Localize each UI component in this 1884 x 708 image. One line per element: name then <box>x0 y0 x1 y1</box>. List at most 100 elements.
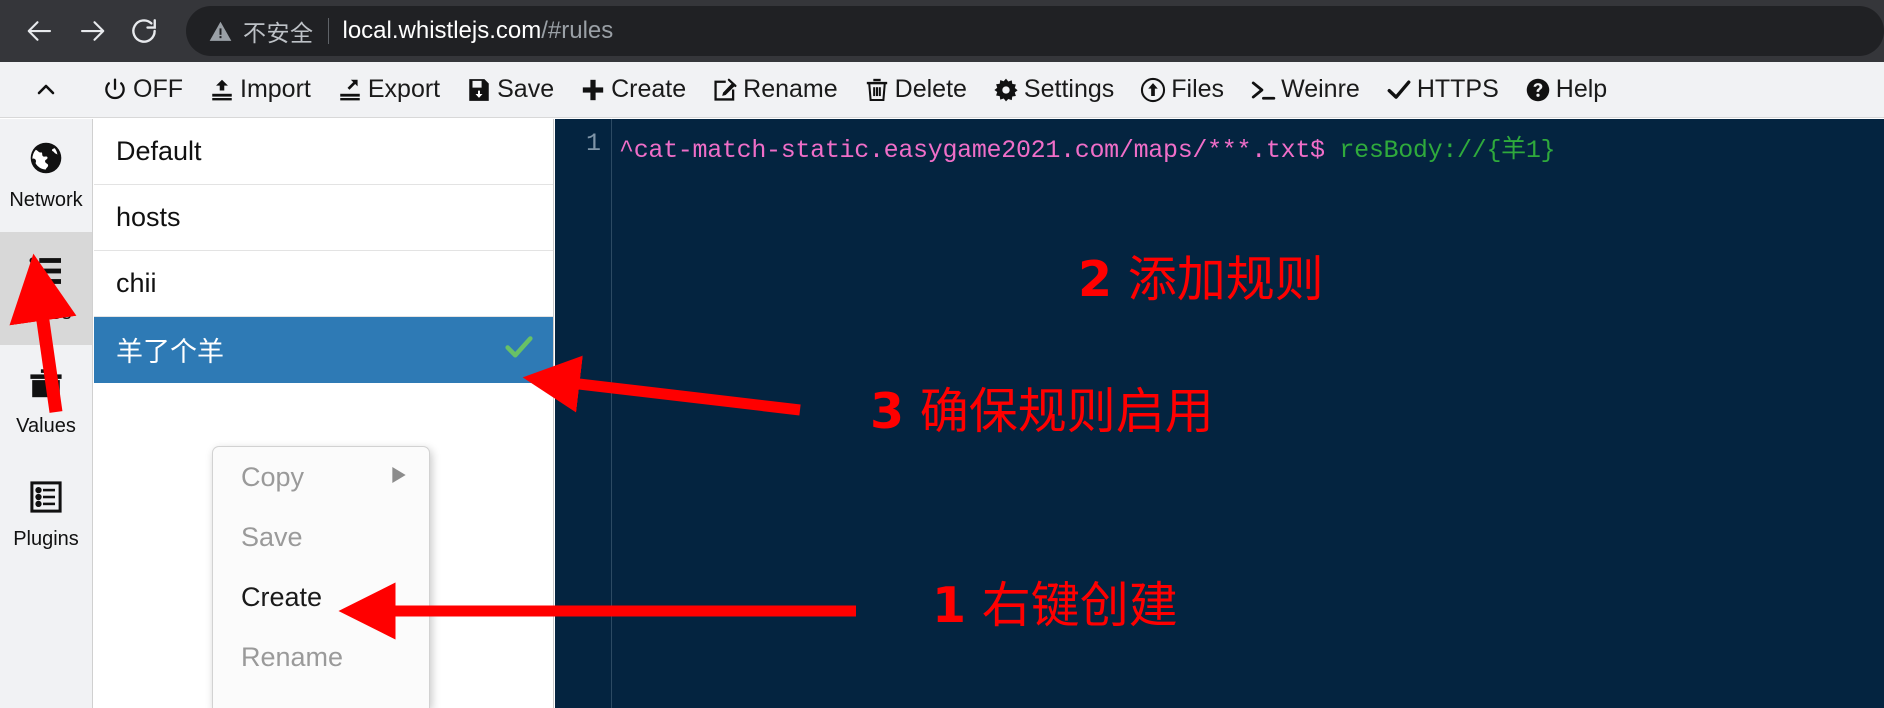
toolbar-label: Settings <box>1023 75 1115 103</box>
toolbar-label: OFF <box>133 75 183 103</box>
rules-list-item[interactable]: Default <box>94 119 553 185</box>
reload-button[interactable] <box>118 5 170 57</box>
toolbar-item-import[interactable]: Import <box>196 62 324 118</box>
toolbar-label: HTTPS <box>1416 75 1499 103</box>
toolbar-collapse-button[interactable] <box>24 62 89 118</box>
rule-name: chii <box>116 268 157 298</box>
toolbar-item-weinre[interactable]: Weinre <box>1237 62 1373 118</box>
rule-name: hosts <box>116 202 181 232</box>
briefcase-icon <box>28 366 64 407</box>
security-status-label: 不安全 <box>243 20 314 46</box>
url-host: local.whistlejs.com <box>342 17 542 44</box>
back-button[interactable] <box>14 5 66 57</box>
rules-list-item[interactable]: hosts <box>94 185 553 251</box>
annotation-text: 添加规则 <box>1127 251 1324 308</box>
arrow-right-icon <box>77 16 107 46</box>
address-bar[interactable]: 不安全 local.whistlejs.com/#rules <box>186 6 1884 56</box>
toolbar-label: Help <box>1555 75 1608 103</box>
line-number: 1 <box>585 129 601 158</box>
sidebar-item-plugins[interactable]: Plugins <box>0 458 92 571</box>
rule-name: 羊了个羊 <box>116 337 224 367</box>
browser-chrome: 不安全 local.whistlejs.com/#rules <box>0 0 1884 62</box>
list-box-icon <box>28 479 64 520</box>
toolbar-label: Rename <box>743 75 838 103</box>
annotation-text: 确保规则启用 <box>919 383 1214 440</box>
annotation-step-3: 3 确保规则启用 <box>870 372 1214 443</box>
sidebar-item-values[interactable]: Values <box>0 345 92 458</box>
toolbar-item-save[interactable]: Save <box>453 62 567 118</box>
rule-editor[interactable]: 1 ^cat-match-static.easygame2021.com/map… <box>555 119 1884 708</box>
rule-name: Default <box>116 136 202 166</box>
context-menu-item-create[interactable]: Create <box>213 567 429 627</box>
plus-icon <box>580 77 606 103</box>
toolbar-label: Weinre <box>1281 75 1360 103</box>
sidebar-item-network[interactable]: Network <box>0 119 92 232</box>
toolbar-label: Save <box>497 75 555 103</box>
toolbar-item-rename[interactable]: Rename <box>699 62 851 118</box>
trash-icon <box>864 77 890 103</box>
rules-list-item[interactable]: chii <box>94 251 553 317</box>
sidebar-item-label: Values <box>16 414 76 437</box>
left-nav-rail: Network Rules Values Plugins <box>0 119 93 708</box>
context-menu-label: Rename <box>241 641 344 672</box>
power-icon <box>102 77 128 103</box>
toolbar-item-off[interactable]: OFF <box>89 62 196 118</box>
sidebar-item-label: Plugins <box>13 527 79 550</box>
check-icon <box>1386 77 1412 103</box>
annotation-number: 1 <box>932 577 967 634</box>
annotation-number: 3 <box>870 383 905 440</box>
annotation-text: 右键创建 <box>981 577 1178 634</box>
sidebar-item-rules[interactable]: Rules <box>0 232 92 345</box>
toolbar-item-https[interactable]: HTTPS <box>1373 62 1512 118</box>
toolbar-item-settings[interactable]: Settings <box>980 62 1127 118</box>
toolbar-label: Delete <box>894 75 967 103</box>
globe-icon <box>28 140 64 181</box>
toolbar-label: Export <box>367 75 441 103</box>
toolbar-item-export[interactable]: Export <box>324 62 453 118</box>
annotation-step-1: 1 右键创建 <box>932 566 1178 637</box>
terminal-prompt-icon <box>1250 77 1276 103</box>
upload-circle-icon <box>1140 77 1166 103</box>
omnibox-divider <box>327 18 329 44</box>
toolbar-label: Create <box>611 75 687 103</box>
editor-code-line: ^cat-match-static.easygame2021.com/maps/… <box>619 129 1556 165</box>
code-token-pattern: ^cat-match-static.easygame2021.com/maps/… <box>619 136 1325 165</box>
arrow-left-icon <box>25 16 55 46</box>
context-menu: Copy Save Create Rename <box>212 446 430 708</box>
code-token-value: resBody://{羊1} <box>1339 136 1556 165</box>
save-disk-icon <box>466 77 492 103</box>
list-icon <box>28 253 64 294</box>
question-circle-icon <box>1525 77 1551 103</box>
whistle-app-window: 不安全 local.whistlejs.com/#rules OFF Impor… <box>0 0 1884 708</box>
toolbar-label: Files <box>1171 75 1225 103</box>
whistle-toolbar: OFF Import Export Save Create Rename Del… <box>0 62 1884 118</box>
sidebar-item-label: Rules <box>20 301 72 324</box>
check-icon[interactable] <box>503 331 535 369</box>
url-path: /#rules <box>541 17 614 44</box>
annotation-step-2: 2 添加规则 <box>1078 240 1324 311</box>
gear-icon <box>993 77 1019 103</box>
url-text: local.whistlejs.com/#rules <box>343 17 614 45</box>
caret-right-icon <box>391 466 407 488</box>
warning-triangle-icon <box>208 19 233 44</box>
context-menu-item-save[interactable]: Save <box>213 507 429 567</box>
editor-gutter: 1 <box>555 119 612 708</box>
sidebar-item-label: Network <box>9 188 83 211</box>
toolbar-item-delete[interactable]: Delete <box>851 62 980 118</box>
context-menu-item-rename[interactable]: Rename <box>213 627 429 687</box>
forward-button[interactable] <box>66 5 118 57</box>
toolbar-item-help[interactable]: Help <box>1512 62 1620 118</box>
pencil-square-icon <box>712 77 738 103</box>
context-menu-label: Save <box>241 521 303 552</box>
toolbar-label: Import <box>240 75 311 103</box>
chevron-up-icon <box>34 78 58 102</box>
context-menu-item-copy[interactable]: Copy <box>213 447 429 507</box>
reload-icon <box>129 16 159 46</box>
toolbar-item-create[interactable]: Create <box>567 62 699 118</box>
import-icon <box>209 77 235 103</box>
toolbar-item-files[interactable]: Files <box>1127 62 1237 118</box>
rules-list-item-selected[interactable]: 羊了个羊 <box>94 317 553 383</box>
context-menu-label: Create <box>241 581 323 612</box>
export-icon <box>337 77 363 103</box>
context-menu-label: Copy <box>241 461 305 492</box>
